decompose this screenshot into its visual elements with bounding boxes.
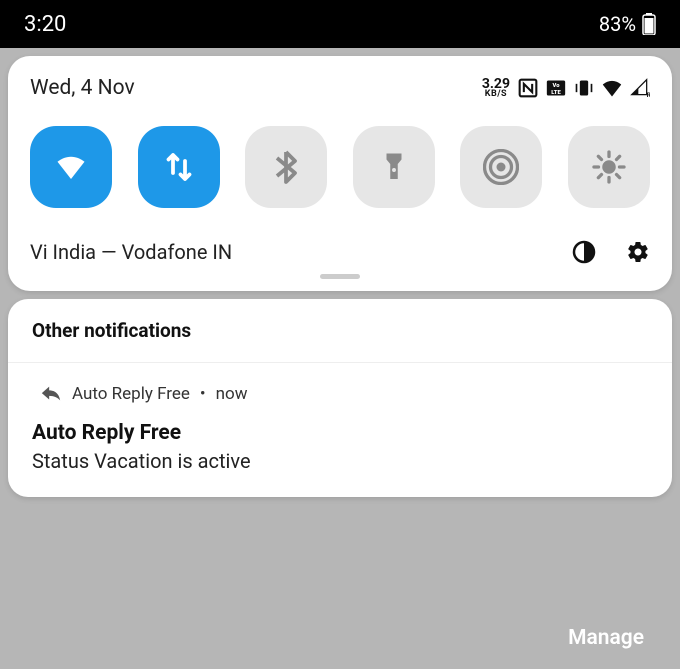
- battery-percentage: 83%: [599, 12, 636, 36]
- hotspot-toggle[interactable]: [460, 126, 542, 208]
- bluetooth-toggle[interactable]: [245, 126, 327, 208]
- quick-settings-footer-icons: [572, 240, 650, 264]
- quick-toggles-row: [30, 126, 650, 208]
- notification-meta-row: Auto Reply Free • now: [40, 383, 648, 405]
- signal-icon: R: [630, 78, 650, 98]
- flashlight-toggle[interactable]: [353, 126, 435, 208]
- notification-body: Status Vacation is active: [32, 449, 648, 473]
- notification-title: Auto Reply Free: [32, 421, 648, 445]
- svg-text:LTE: LTE: [551, 90, 561, 96]
- brightness-toggle[interactable]: [568, 126, 650, 208]
- settings-gear-icon[interactable]: [626, 240, 650, 264]
- quick-settings-header: Wed, 4 Nov 3.29 KB/S VoLTE R: [30, 76, 650, 100]
- volte-icon: VoLTE: [546, 78, 566, 98]
- date-label: Wed, 4 Nov: [30, 76, 135, 100]
- wifi-icon: [602, 78, 622, 98]
- data-saver-icon[interactable]: [572, 240, 596, 264]
- notification-app-name: Auto Reply Free: [72, 384, 190, 404]
- status-bar-right: 83%: [599, 12, 656, 36]
- quick-settings-panel: Wed, 4 Nov 3.29 KB/S VoLTE R: [8, 56, 672, 291]
- status-bar: 3:20 83%: [0, 0, 680, 48]
- carrier-label: Vi India — Vodafone IN: [30, 240, 232, 264]
- notification-shade-footer: Manage: [0, 607, 680, 669]
- quick-settings-footer: Vi India — Vodafone IN: [30, 240, 650, 264]
- svg-text:R: R: [647, 91, 650, 99]
- wifi-toggle[interactable]: [30, 126, 112, 208]
- clock-time: 3:20: [24, 12, 66, 37]
- reply-arrow-icon: [40, 383, 62, 405]
- svg-text:Vo: Vo: [552, 83, 561, 89]
- notification-time: now: [216, 384, 248, 404]
- notification-group-header: Other notifications: [8, 299, 672, 363]
- notification-item[interactable]: Auto Reply Free • now Auto Reply Free St…: [8, 363, 672, 497]
- nfc-icon: [518, 78, 538, 98]
- notification-group-card: Other notifications Auto Reply Free • no…: [8, 299, 672, 497]
- battery-icon: [642, 13, 656, 35]
- status-icons-row: 3.29 KB/S VoLTE R: [482, 78, 650, 99]
- vibrate-icon: [574, 78, 594, 98]
- mobile-data-toggle[interactable]: [138, 126, 220, 208]
- panel-drag-handle[interactable]: [320, 274, 360, 279]
- data-rate-indicator: 3.29 KB/S: [482, 78, 510, 99]
- data-rate-unit: KB/S: [482, 90, 510, 98]
- separator-dot: •: [200, 384, 206, 404]
- manage-button[interactable]: Manage: [568, 626, 644, 650]
